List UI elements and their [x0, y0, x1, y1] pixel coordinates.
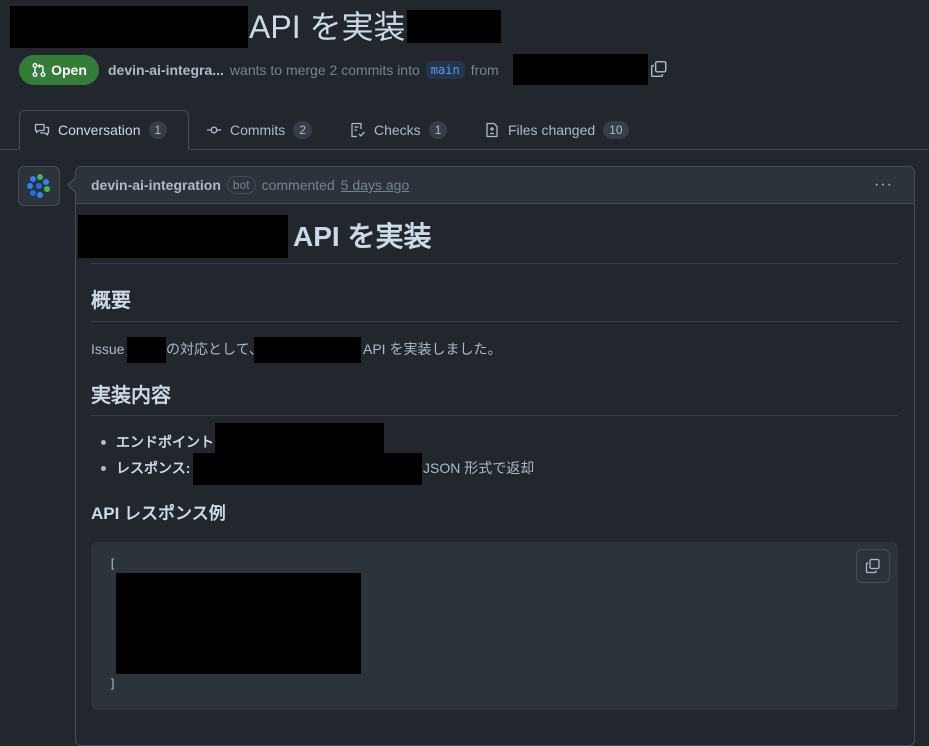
redacted-head-branch [513, 54, 648, 85]
tab-label: Commits [230, 122, 286, 138]
tab-count: 1 [148, 121, 168, 139]
open-state-badge: Open [19, 55, 99, 85]
redacted-pr-number [407, 10, 501, 43]
comment-header-text: devin-ai-integration bot commented 5 day… [91, 176, 409, 194]
checklist-icon [351, 122, 365, 138]
git-commit-icon [207, 126, 221, 134]
copy-code-button[interactable] [856, 549, 890, 583]
redacted-heading-prefix [78, 215, 288, 258]
section-overview-title: 概要 [91, 290, 131, 312]
git-pull-request-icon [32, 63, 46, 77]
section-rule [91, 415, 898, 416]
pr-meta: devin-ai-integra... wants to merge 2 com… [108, 60, 499, 80]
redacted-issue-number [127, 337, 166, 363]
tab-count: 1 [428, 121, 448, 139]
copy-icon [650, 60, 667, 78]
tab-count: 10 [603, 121, 629, 139]
bullet-response-tail: JSON 形式で返却 [423, 460, 535, 476]
comment-discussion-icon [34, 123, 50, 136]
body-heading: API を実装 [293, 221, 432, 252]
code-open-bracket: [ [109, 557, 117, 571]
redacted-code-content [116, 573, 361, 674]
redacted-title-prefix [10, 6, 248, 48]
tab-label: Files changed [508, 122, 596, 138]
comment-action: commented [261, 177, 335, 193]
copy-icon [865, 558, 880, 574]
section-rule [91, 321, 898, 322]
redacted-endpoint [215, 423, 384, 455]
tab-label: Conversation [58, 122, 141, 138]
bullet-endpoint-label: エンドポイント: [116, 434, 219, 450]
section-implementation-title: 実装内容 [91, 385, 171, 407]
devin-logo-icon [27, 174, 50, 198]
code-close-bracket: ] [109, 677, 117, 691]
redacted-api-name [254, 337, 361, 363]
avatar[interactable] [18, 166, 60, 206]
tab-label: Checks [374, 122, 421, 138]
bot-badge: bot [226, 176, 256, 194]
tab-conversation[interactable]: Conversation 1 [19, 110, 189, 150]
comment-author-link[interactable]: devin-ai-integration [91, 177, 221, 193]
from-text: from [470, 62, 499, 78]
bullet-response-label: レスポンス: [116, 460, 191, 476]
comment-timestamp-link[interactable]: 5 days ago [341, 177, 410, 193]
list-bullet [101, 440, 106, 445]
file-diff-icon [486, 122, 498, 138]
base-branch-link[interactable]: main [425, 61, 465, 79]
copy-branch-button[interactable] [650, 60, 668, 78]
list-bullet [101, 466, 106, 471]
merge-text: wants to merge 2 commits into [229, 62, 420, 78]
redacted-response-detail [193, 453, 422, 485]
issue-tail-text: API を実装しました。 [363, 341, 502, 357]
pr-author-link[interactable]: devin-ai-integra... [108, 62, 224, 78]
pr-title: API を実装 [249, 9, 406, 45]
heading-rule [91, 263, 898, 264]
issue-mid-text: の対応として、 [166, 341, 263, 357]
state-label: Open [51, 62, 87, 78]
tab-checks[interactable]: Checks 1 [350, 110, 448, 150]
tab-files-changed[interactable]: Files changed 10 [484, 110, 629, 150]
issue-word: Issue [91, 341, 125, 357]
tab-commits[interactable]: Commits 2 [206, 110, 312, 150]
comment-arrow-inner [69, 178, 76, 192]
comment-options-button[interactable]: ··· [874, 176, 893, 194]
tab-count: 2 [293, 121, 312, 139]
section-example-title: API レスポンス例 [91, 504, 226, 523]
